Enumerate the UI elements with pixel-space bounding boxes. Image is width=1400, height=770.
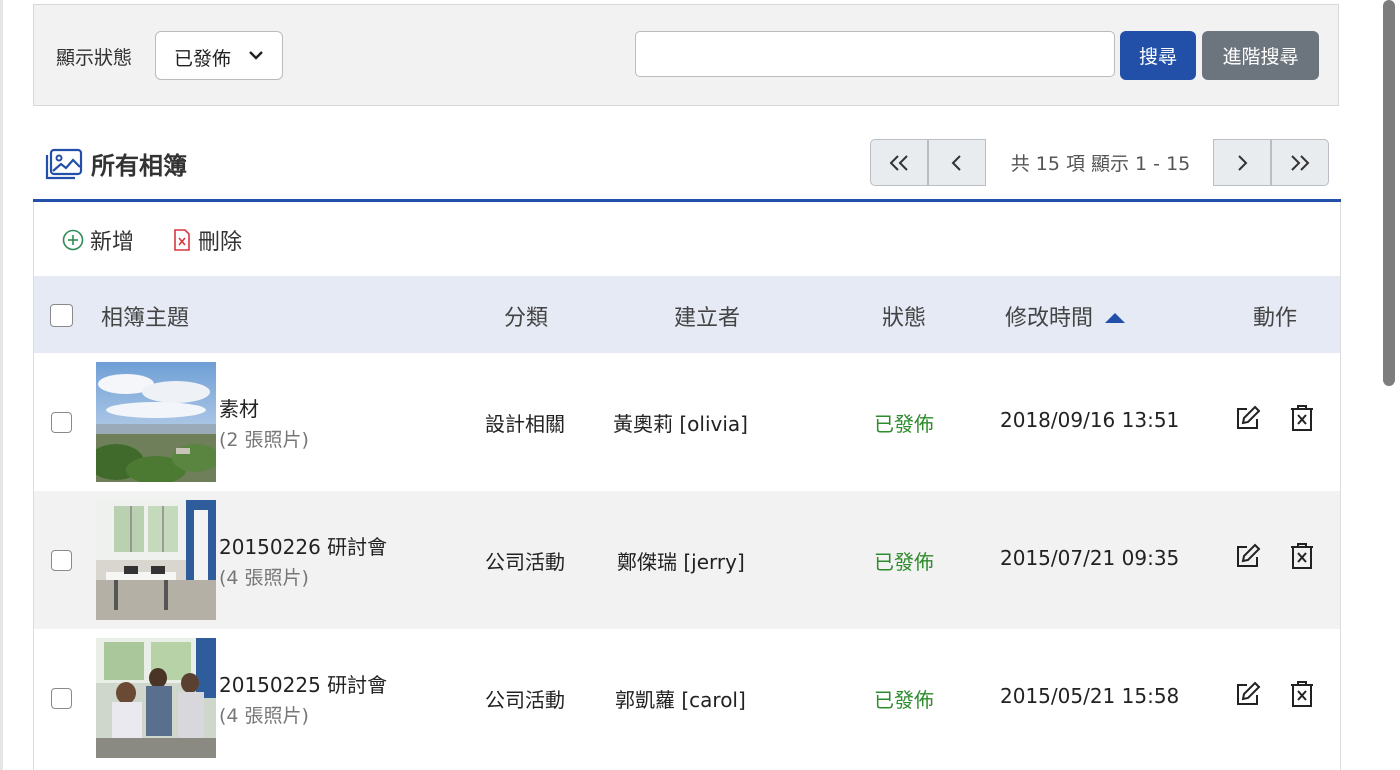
scrollbar-thumb[interactable] [1383, 0, 1395, 386]
advanced-search-button[interactable]: 進階搜尋 [1202, 31, 1319, 80]
header-actions: 動作 [1253, 306, 1298, 331]
search-input[interactable] [635, 31, 1115, 77]
row-checkbox[interactable] [51, 550, 72, 571]
filter-bar: 顯示狀態 已發佈 搜尋 進階搜尋 [33, 4, 1339, 106]
search-button[interactable]: 搜尋 [1120, 31, 1196, 80]
edit-icon[interactable] [1234, 542, 1262, 570]
album-title[interactable]: 20150226 研討會 [219, 531, 387, 560]
sort-ascending-icon [1105, 313, 1126, 323]
album-modified-time: 2018/09/16 13:51 [1000, 408, 1180, 432]
chevron-down-icon [249, 51, 263, 60]
plus-circle-icon [62, 229, 84, 251]
table-row: 20150226 研討會 (4 張照片) 公司活動 鄭傑瑞 [jerry] 已發… [34, 491, 1340, 629]
album-modified-time: 2015/07/21 09:35 [1000, 546, 1180, 570]
album-photo-count: (2 張照片) [219, 429, 309, 451]
table-row: 素材 (2 張照片) 設計相關 黃奧莉 [olivia] 已發佈 2018/09… [34, 353, 1340, 491]
double-chevron-right-icon [1291, 154, 1310, 171]
album-category: 設計相關 [485, 412, 565, 436]
status-select-value: 已發佈 [174, 48, 232, 70]
next-page-button[interactable] [1213, 139, 1271, 186]
album-photo-count: (4 張照片) [219, 567, 309, 589]
album-category: 公司活動 [485, 688, 565, 712]
album-photo-count: (4 張照片) [219, 705, 309, 727]
trash-icon[interactable] [1289, 680, 1315, 708]
delete-file-icon [174, 229, 190, 251]
status-filter-label: 顯示狀態 [56, 47, 133, 69]
edit-icon[interactable] [1234, 404, 1262, 432]
album-creator: 郭凱蘿 [carol] [615, 688, 746, 712]
status-select[interactable]: 已發佈 [155, 31, 283, 80]
album-title[interactable]: 20150225 研討會 [219, 669, 387, 698]
add-label: 新增 [90, 230, 135, 255]
status-badge: 已發佈 [874, 688, 934, 712]
table-header: 相簿主題 分類 建立者 狀態 修改時間 動作 [34, 276, 1340, 353]
header-modified-label: 修改時間 [1005, 306, 1094, 331]
header-modified[interactable]: 修改時間 [1005, 300, 1126, 332]
page-scrollbar[interactable] [1380, 0, 1400, 770]
table-row: 20150225 研討會 (4 張照片) 公司活動 郭凱蘿 [carol] 已發… [34, 629, 1340, 767]
section-title-text: 所有相簿 [91, 152, 187, 180]
edit-icon[interactable] [1234, 680, 1262, 708]
row-checkbox[interactable] [51, 688, 72, 709]
first-page-button[interactable] [870, 139, 928, 186]
album-creator: 鄭傑瑞 [jerry] [617, 550, 745, 574]
status-badge: 已發佈 [874, 412, 934, 436]
delete-button[interactable]: 刪除 [172, 224, 242, 256]
chevron-left-icon [951, 154, 961, 171]
album-creator: 黃奧莉 [olivia] [613, 412, 748, 436]
album-table: 新增 刪除 相簿主題 分類 建立者 狀態 修改時間 動作 素材 (2 張照片) … [33, 202, 1341, 770]
double-chevron-left-icon [889, 154, 908, 171]
album-modified-time: 2015/05/21 15:58 [1000, 684, 1180, 708]
last-page-button[interactable] [1271, 139, 1329, 186]
trash-icon[interactable] [1289, 404, 1315, 432]
album-title[interactable]: 素材 [219, 393, 259, 422]
header-subject[interactable]: 相簿主題 [101, 300, 189, 332]
header-category[interactable]: 分類 [504, 300, 548, 332]
page-info: 共 15 項 顯示 1 - 15 [1010, 153, 1191, 175]
page-title: 所有相簿 [45, 146, 187, 181]
row-checkbox[interactable] [51, 412, 72, 433]
album-thumbnail[interactable] [96, 500, 216, 620]
album-thumbnail[interactable] [96, 638, 216, 758]
table-toolbar: 新增 刪除 [62, 224, 280, 256]
header-creator[interactable]: 建立者 [674, 300, 740, 332]
prev-page-button[interactable] [928, 139, 986, 186]
page-left-edge [0, 0, 3, 770]
album-thumbnail[interactable] [96, 362, 216, 482]
status-badge: 已發佈 [874, 550, 934, 574]
trash-icon[interactable] [1289, 542, 1315, 570]
delete-label: 刪除 [198, 230, 243, 255]
select-all-checkbox[interactable] [50, 304, 73, 327]
chevron-right-icon [1238, 154, 1248, 171]
header-status[interactable]: 狀態 [882, 300, 926, 332]
album-icon [45, 148, 83, 179]
add-button[interactable]: 新增 [62, 224, 134, 256]
album-category: 公司活動 [485, 550, 565, 574]
